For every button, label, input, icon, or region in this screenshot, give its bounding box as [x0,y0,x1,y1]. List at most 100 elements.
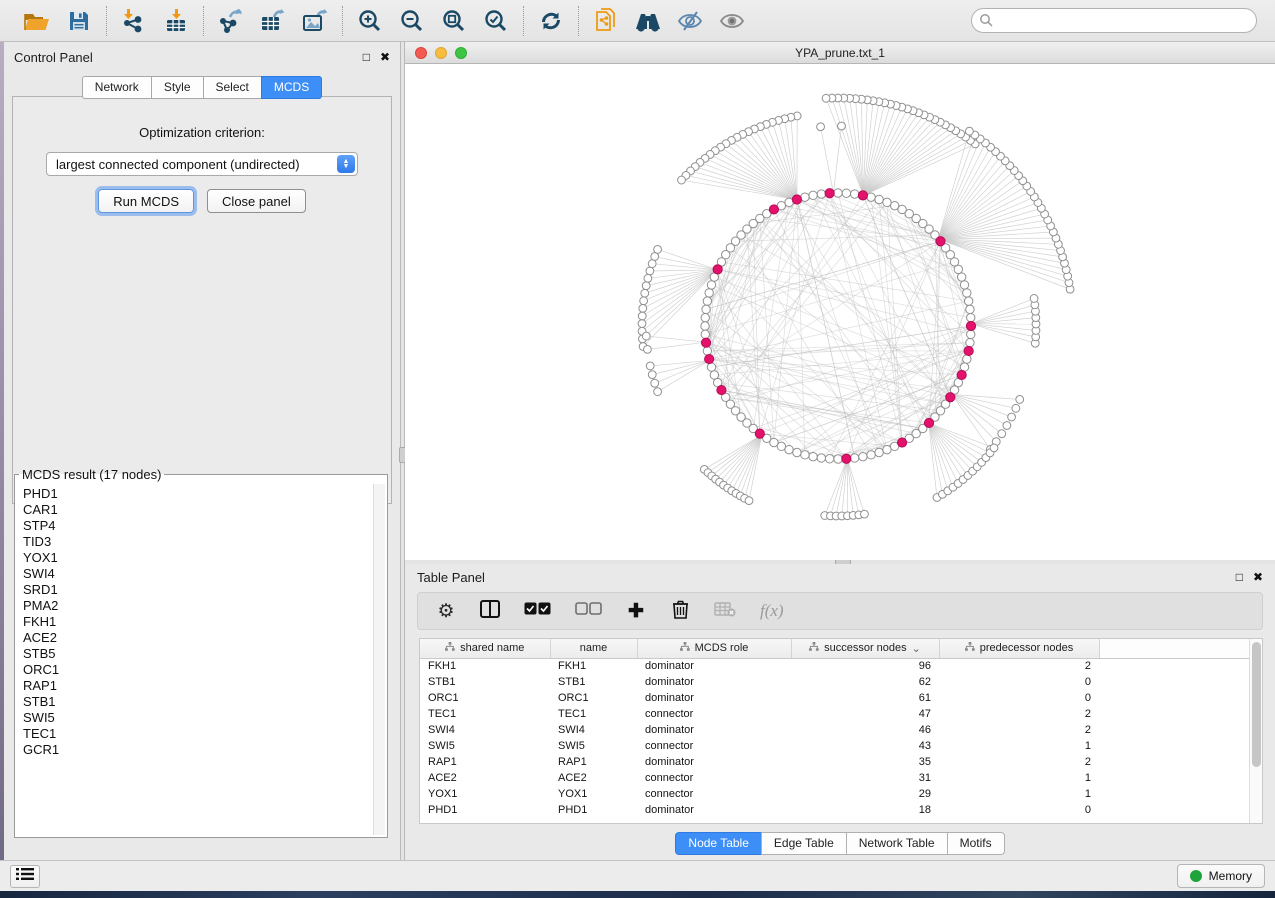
network-node[interactable] [785,445,793,453]
network-node[interactable] [875,195,883,203]
network-node[interactable] [646,267,654,275]
network-window-titlebar[interactable]: YPA_prune.txt_1 [405,42,1275,64]
network-node[interactable] [641,289,649,297]
network-node[interactable] [801,193,809,201]
network-node[interactable] [936,237,945,246]
network-node[interactable] [642,332,650,340]
import-table-button[interactable] [162,7,190,35]
network-node[interactable] [644,274,652,282]
table-row[interactable]: ORC1ORC1dominator610 [420,690,1256,706]
export-image-button[interactable] [301,7,329,35]
network-node[interactable] [834,189,842,197]
export-table-button[interactable] [259,7,287,35]
share-document-button[interactable] [592,7,620,35]
network-node[interactable] [654,388,662,396]
network-node[interactable] [717,385,726,394]
network-node[interactable] [963,289,971,297]
split-view-button[interactable] [480,600,500,623]
network-node[interactable] [822,94,830,102]
network-node[interactable] [703,347,711,355]
network-node[interactable] [701,330,709,338]
export-network-button[interactable] [217,7,245,35]
network-node[interactable] [1012,404,1020,412]
result-node-item[interactable]: TEC1 [23,726,373,742]
network-node[interactable] [1003,422,1011,430]
close-panel-button[interactable]: Close panel [207,189,306,213]
result-node-item[interactable]: STP4 [23,518,373,534]
tab-style[interactable]: Style [151,76,203,99]
unselect-all-columns-button[interactable] [575,602,602,620]
network-node[interactable] [705,354,714,363]
network-node[interactable] [646,362,654,370]
network-canvas[interactable] [405,64,1275,560]
network-node[interactable] [964,297,972,305]
network-node[interactable] [705,289,713,297]
add-column-button[interactable]: ✚ [626,602,646,621]
network-node[interactable] [990,444,998,452]
network-node[interactable] [998,430,1006,438]
run-mcds-button[interactable]: Run MCDS [98,189,194,213]
tab-motifs[interactable]: Motifs [947,832,1005,855]
result-node-item[interactable]: ORC1 [23,662,373,678]
network-node[interactable] [707,363,715,371]
network-node[interactable] [1008,413,1016,421]
table-row[interactable]: RAP1RAP1dominator352 [420,754,1256,770]
delete-column-button[interactable] [670,599,690,624]
sort-indicator-icon[interactable]: ⌄ [912,642,921,655]
tab-select[interactable]: Select [203,76,261,99]
network-node[interactable] [648,260,656,268]
column-header-successor-nodes[interactable]: successor nodes⌄ [791,639,939,658]
search-input[interactable] [971,8,1257,33]
column-header-name[interactable]: name [550,639,637,658]
network-node[interactable] [842,189,850,197]
network-node[interactable] [701,313,709,321]
network-node[interactable] [966,127,974,135]
network-node[interactable] [639,304,647,312]
network-node[interactable] [875,448,883,456]
result-node-item[interactable]: STB1 [23,694,373,710]
network-node[interactable] [859,452,867,460]
result-node-item[interactable]: FKH1 [23,614,373,630]
tab-mcds[interactable]: MCDS [261,76,322,99]
hide-selected-button[interactable] [676,7,704,35]
network-node[interactable] [861,510,869,518]
save-session-button[interactable] [65,7,93,35]
network-node[interactable] [651,253,659,261]
table-row[interactable]: SWI5SWI5connector431 [420,738,1256,754]
result-node-item[interactable]: SRD1 [23,582,373,598]
network-node[interactable] [745,497,753,505]
criterion-select[interactable]: largest connected component (undirected)… [46,152,358,176]
memory-button[interactable]: Memory [1177,864,1265,888]
network-node[interactable] [817,123,825,131]
network-node[interactable] [1016,396,1024,404]
network-node[interactable] [967,330,975,338]
network-node[interactable] [966,338,974,346]
network-node[interactable] [703,297,711,305]
network-node[interactable] [890,201,898,209]
network-node[interactable] [957,370,966,379]
network-node[interactable] [858,191,867,200]
network-node[interactable] [801,451,809,459]
result-node-item[interactable]: RAP1 [23,678,373,694]
refresh-layout-button[interactable] [537,7,565,35]
network-node[interactable] [777,442,785,450]
float-panel-icon[interactable]: □ [1236,571,1243,583]
tab-node-table[interactable]: Node Table [675,832,761,855]
result-node-item[interactable]: PHD1 [23,486,373,502]
network-node[interactable] [640,297,648,305]
column-header-MCDS-role[interactable]: MCDS role [637,639,791,658]
result-node-item[interactable]: GCR1 [23,742,373,758]
result-node-item[interactable]: YOX1 [23,550,373,566]
tab-edge-table[interactable]: Edge Table [761,832,846,855]
network-node[interactable] [897,438,906,447]
network-node[interactable] [638,320,646,328]
network-node[interactable] [644,345,652,353]
network-node[interactable] [638,312,646,320]
network-node[interactable] [825,189,834,198]
network-node[interactable] [1030,295,1038,303]
network-node[interactable] [957,273,965,281]
network-node[interactable] [642,282,650,290]
network-node[interactable] [966,305,974,313]
tab-network[interactable]: Network [82,76,151,99]
table-row[interactable]: PHD1PHD1dominator180 [420,802,1256,818]
